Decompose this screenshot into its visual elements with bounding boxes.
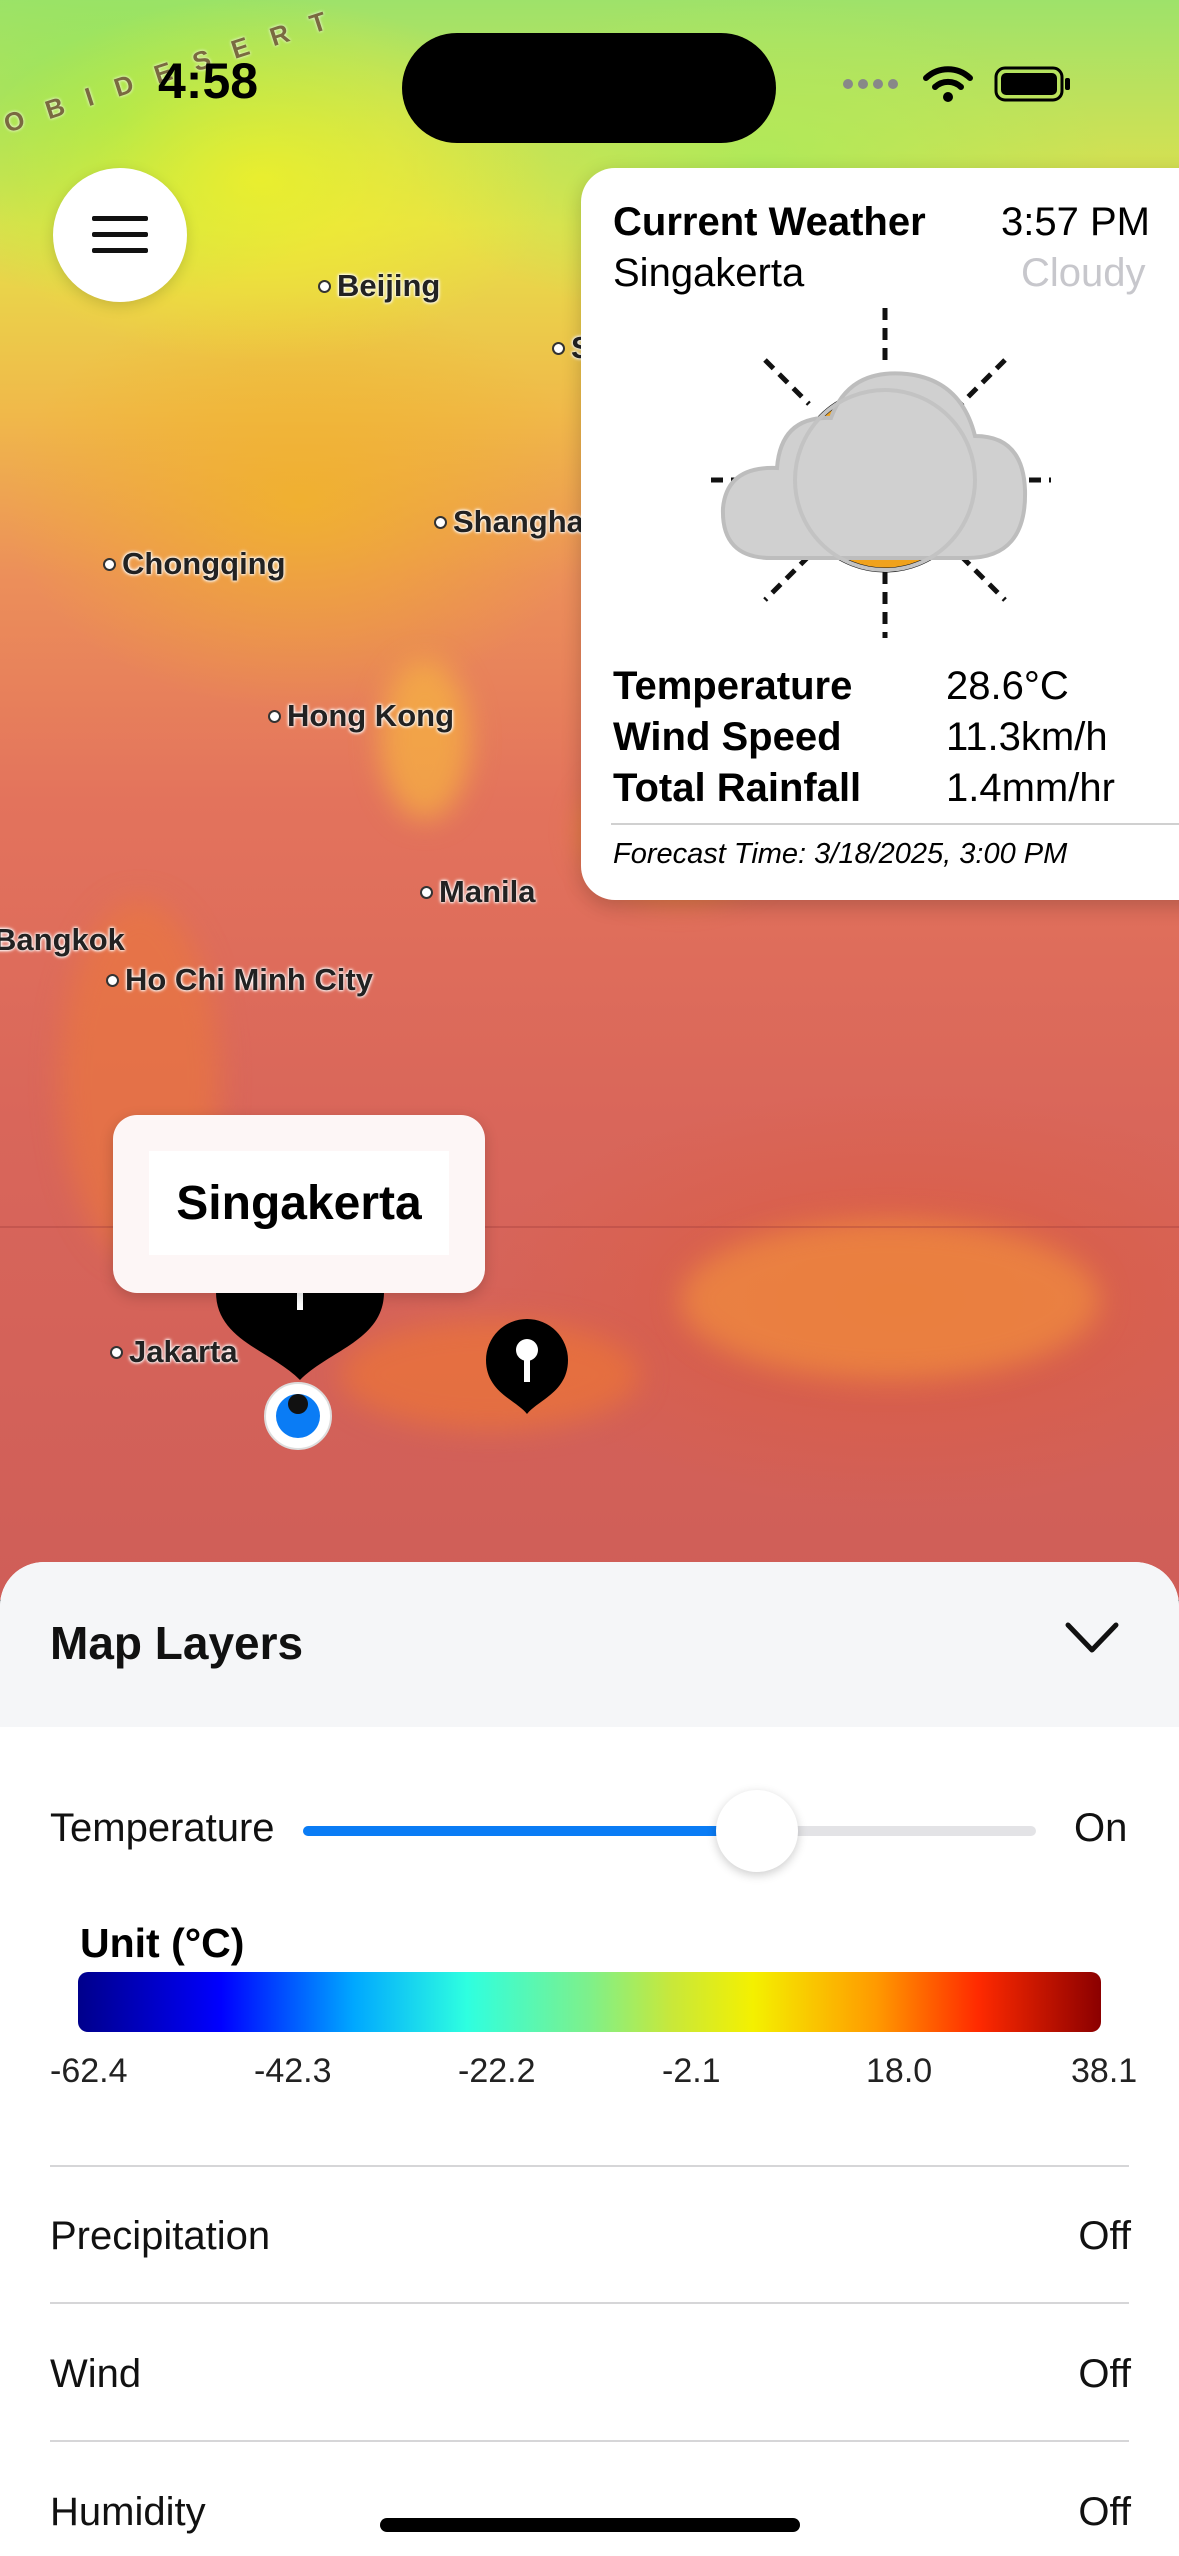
chevron-down-icon[interactable] (1065, 1622, 1119, 1654)
card-divider (611, 823, 1179, 825)
map-layers-sheet: Map Layers Temperature On Unit (°C) -62.… (0, 1562, 1179, 2556)
slider-fill (303, 1826, 758, 1836)
layer-state-humidity[interactable]: Off (1078, 2490, 1131, 2535)
city-label-chongqing: Chongqing (103, 546, 286, 582)
city-label-bangkok: Bangkok (0, 922, 125, 957)
divider (50, 2165, 1129, 2167)
hamburger-menu-icon (92, 216, 148, 253)
layer-state-wind[interactable]: Off (1078, 2352, 1131, 2397)
current-location-dot[interactable] (262, 1380, 334, 1452)
weather-card-location: Singakerta (613, 251, 805, 295)
sheet-header[interactable]: Map Layers (0, 1562, 1179, 1727)
scale-tick: 38.1 (1071, 2052, 1138, 2090)
wind-speed-row: Wind Speed 11.3km/h (613, 715, 1108, 759)
city-label-ho-chi-minh-city: Ho Chi Minh City (106, 962, 373, 998)
unit-label: Unit (°C) (80, 1920, 245, 1966)
wifi-icon (923, 66, 973, 102)
temperature-layer-state[interactable]: On (1074, 1806, 1127, 1851)
city-label-beijing: Beijing (318, 268, 440, 304)
rainfall-row: Total Rainfall 1.4mm/hr (613, 766, 1115, 810)
map-marker-pin[interactable] (482, 1316, 572, 1416)
temperature-value: 28.6°C (946, 664, 1069, 708)
sheet-title: Map Layers (50, 1617, 304, 1669)
menu-button[interactable] (53, 168, 187, 302)
weather-card-title: Current Weather (613, 200, 926, 244)
status-icons (842, 64, 1072, 104)
callout-label: Singakerta (149, 1151, 449, 1255)
divider (50, 2302, 1129, 2304)
temperature-color-scale (78, 1972, 1101, 2032)
battery-icon (994, 66, 1070, 102)
weather-card-condition: Cloudy (1021, 251, 1146, 295)
slider-thumb[interactable] (716, 1790, 799, 1872)
layer-label-humidity[interactable]: Humidity (50, 2490, 206, 2535)
scale-tick: 18.0 (866, 2052, 933, 2090)
dynamic-island (402, 33, 776, 143)
city-label-manila: Manila (420, 874, 535, 910)
scale-tick: -22.2 (458, 2052, 536, 2090)
partly-cloudy-icon (711, 308, 1051, 638)
forecast-time: Forecast Time: 3/18/2025, 3:00 PM (613, 838, 1068, 870)
city-label-shanghai: Shanghai (434, 504, 593, 540)
temperature-layer-label: Temperature (50, 1806, 275, 1850)
rainfall-value: 1.4mm/hr (946, 766, 1115, 810)
home-indicator[interactable] (380, 2518, 800, 2532)
scale-tick: -2.1 (662, 2052, 721, 2090)
location-callout[interactable]: Singakerta (113, 1115, 485, 1293)
weather-card-time: 3:57 PM (1001, 200, 1150, 244)
wind-speed-value: 11.3km/h (946, 715, 1108, 759)
current-weather-card: Current Weather 3:57 PM Singakerta Cloud… (581, 168, 1179, 900)
city-label-hong-kong: Hong Kong (268, 698, 454, 734)
layer-state-precipitation[interactable]: Off (1078, 2214, 1131, 2259)
scale-tick: -62.4 (50, 2052, 128, 2090)
divider (50, 2440, 1129, 2442)
temperature-opacity-slider[interactable] (303, 1790, 1036, 1872)
temperature-row: Temperature 28.6°C (613, 664, 1069, 708)
layer-label-precipitation[interactable]: Precipitation (50, 2214, 270, 2259)
layer-label-wind[interactable]: Wind (50, 2352, 141, 2397)
scale-tick: -42.3 (254, 2052, 332, 2090)
status-time: 4:58 (158, 53, 259, 109)
cellular-signal-icon (843, 79, 898, 89)
